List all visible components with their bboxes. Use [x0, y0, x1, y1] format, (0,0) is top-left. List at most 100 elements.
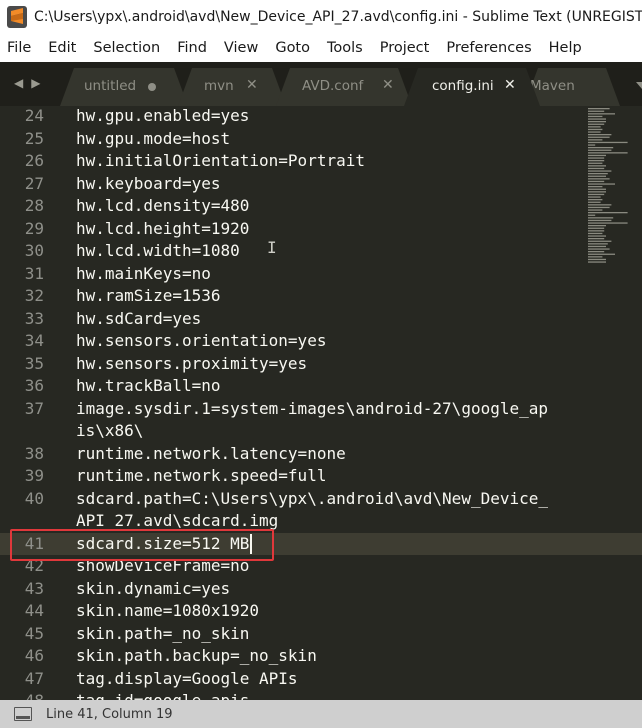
tab-untitled[interactable]: untitled: [60, 68, 188, 106]
minimap-line: [588, 193, 605, 196]
line-number: 39: [24, 466, 44, 485]
code-line[interactable]: runtime.network.latency=none: [76, 443, 346, 466]
menu-tools[interactable]: Tools: [327, 40, 363, 56]
minimap-line: [588, 160, 605, 162]
tab-config-ini[interactable]: config.ini ✕: [404, 68, 540, 106]
tab-scroll-right-icon[interactable]: ▶: [31, 76, 40, 90]
line-number: 44: [24, 601, 44, 620]
minimap-line: [588, 214, 596, 216]
minimap-line: [588, 201, 601, 203]
minimap-line: [588, 230, 605, 232]
minimap-line: [588, 243, 608, 245]
menu-help[interactable]: Help: [549, 40, 582, 56]
code-line[interactable]: hw.keyboard=yes: [76, 173, 221, 196]
line-number: 26: [24, 151, 44, 170]
menu-edit[interactable]: Edit: [48, 40, 76, 56]
code-line[interactable]: skin.path=_no_skin: [76, 623, 249, 646]
minimap-line: [588, 123, 605, 125]
line-number: 38: [24, 443, 44, 463]
close-icon[interactable]: ✕: [246, 77, 258, 93]
code-line[interactable]: is\x86\: [76, 420, 143, 443]
code-line[interactable]: hw.gpu.enabled=yes: [76, 106, 249, 128]
menu-goto[interactable]: Goto: [275, 40, 310, 56]
code-line[interactable]: hw.lcd.height=1920: [76, 218, 249, 241]
minimap-line: [588, 154, 606, 157]
minimap-line: [588, 188, 606, 190]
code-line[interactable]: hw.mainKeys=no: [76, 263, 211, 286]
menu-file[interactable]: File: [7, 40, 31, 56]
close-icon[interactable]: ✕: [382, 77, 394, 93]
minimap-line: [588, 256, 603, 258]
minimap-line: [588, 253, 615, 255]
code-line[interactable]: hw.initialOrientation=Portrait: [76, 150, 365, 173]
minimap-line: [588, 199, 603, 201]
menu-find[interactable]: Find: [177, 40, 207, 56]
minimap-line: [588, 173, 608, 175]
code-line[interactable]: hw.sensors.orientation=yes: [76, 330, 326, 353]
line-number: 40: [24, 488, 44, 508]
status-bar: Line 41, Column 19: [0, 700, 642, 728]
minimap-line: [588, 240, 612, 242]
close-icon[interactable]: ✕: [504, 77, 516, 93]
tab-label: mvn: [204, 78, 234, 94]
menu-selection[interactable]: Selection: [93, 40, 160, 56]
tab-label: untitled: [84, 78, 137, 94]
minimap-line: [588, 251, 605, 253]
code-line[interactable]: image.sysdir.1=system-images\android-27\…: [76, 398, 548, 421]
minimap-line: [588, 149, 612, 151]
minimap-line: [588, 134, 612, 136]
cursor-position: Line 41, Column 19: [46, 706, 173, 722]
line-number: 43: [24, 578, 44, 598]
code-line[interactable]: tag.display=Google APIs: [76, 668, 298, 691]
title-bar: C:\Users\ypx\.android\avd\New_Device_API…: [0, 0, 642, 34]
code-line[interactable]: hw.trackBall=no: [76, 375, 221, 398]
panel-toggle-icon[interactable]: [14, 707, 32, 721]
minimap-line: [588, 144, 596, 146]
line-number: 46: [24, 646, 44, 665]
tab-navigation: ◀ ▶: [14, 76, 40, 90]
unsaved-dot-icon[interactable]: [148, 83, 156, 91]
menu-project[interactable]: Project: [380, 40, 430, 56]
line-number: 37: [24, 398, 44, 418]
code-line[interactable]: hw.lcd.width=1080: [76, 240, 240, 263]
minimap-line: [588, 219, 612, 222]
minimap-line: [588, 261, 606, 263]
window-title: C:\Users\ypx\.android\avd\New_Device_API…: [34, 9, 642, 25]
code-line[interactable]: hw.gpu.mode=host: [76, 128, 230, 151]
tab-avd-conf[interactable]: AVD.conf ✕: [276, 68, 412, 106]
line-number: 25: [24, 128, 44, 148]
minimap-line: [588, 167, 605, 170]
minimap[interactable]: [586, 106, 642, 276]
line-number: 24: [24, 106, 44, 125]
menu-view[interactable]: View: [224, 40, 258, 56]
code-line[interactable]: hw.sdCard=yes: [76, 308, 201, 331]
code-line[interactable]: sdcard.path=C:\Users\ypx\.android\avd\Ne…: [76, 488, 548, 511]
minimap-line: [588, 157, 605, 159]
annotation-highlight-box: [10, 529, 274, 561]
tab-scroll-left-icon[interactable]: ◀: [14, 76, 23, 90]
code-line[interactable]: tag.id=google_apis: [76, 690, 249, 700]
code-line[interactable]: hw.sensors.proximity=yes: [76, 353, 307, 376]
minimap-line: [588, 209, 603, 211]
code-line[interactable]: skin.name=1080x1920: [76, 600, 259, 623]
minimap-line: [588, 108, 610, 110]
code-line[interactable]: skin.path.backup=_no_skin: [76, 645, 317, 668]
code-line[interactable]: runtime.network.speed=full: [76, 465, 326, 488]
line-number: 32: [24, 286, 44, 305]
line-number: 29: [24, 218, 44, 238]
minimap-line: [588, 110, 605, 112]
menu-preferences[interactable]: Preferences: [446, 40, 531, 56]
minimap-line: [588, 113, 615, 115]
line-number: 31: [24, 263, 44, 283]
minimap-line: [588, 248, 610, 250]
minimap-line: [588, 222, 628, 224]
minimap-line: [588, 131, 601, 133]
tab-mvn[interactable]: mvn ✕: [178, 68, 286, 106]
minimap-line: [588, 258, 606, 261]
code-line[interactable]: hw.ramSize=1536: [76, 285, 221, 308]
tab-label: config.ini: [432, 78, 494, 94]
tab-overflow-chevron-down-icon[interactable]: [636, 82, 642, 89]
editor-view[interactable]: 24 hw.gpu.enabled=yes 25 hw.gpu.mode=host 26…: [0, 106, 642, 700]
code-line[interactable]: hw.lcd.density=480: [76, 195, 249, 218]
code-line[interactable]: skin.dynamic=yes: [76, 578, 230, 601]
